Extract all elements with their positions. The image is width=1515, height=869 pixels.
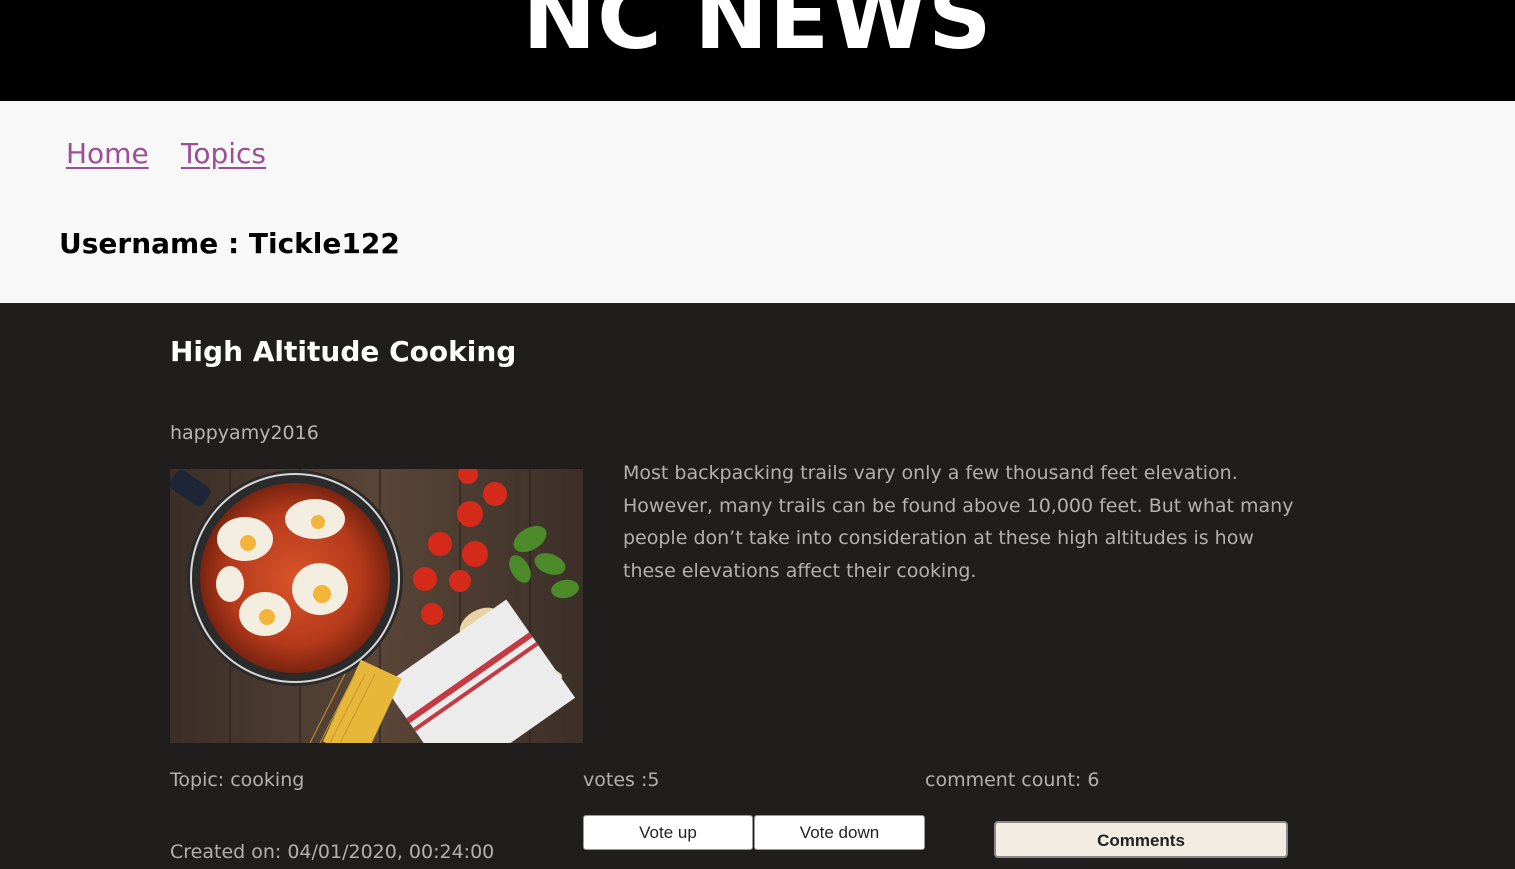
username-label: Username : Tickle122	[59, 227, 400, 260]
nav-home-link[interactable]: Home	[66, 137, 149, 170]
article-comment-count: comment count: 6	[925, 769, 1100, 791]
site-title: NC NEWS	[522, 0, 993, 69]
vote-up-button[interactable]: Vote up	[583, 815, 753, 850]
comments-button[interactable]: Comments	[994, 821, 1288, 858]
top-panel: Home Topics Username : Tickle122	[0, 101, 1515, 303]
article-image	[170, 469, 583, 743]
article-votes: votes :5	[583, 769, 660, 791]
vote-down-button[interactable]: Vote down	[754, 815, 925, 850]
article-topic: Topic: cooking	[170, 769, 305, 791]
article-card: High Altitude Cooking happyamy2016 Most …	[0, 303, 1515, 869]
article-title: High Altitude Cooking	[170, 335, 517, 368]
site-header: NC NEWS	[0, 0, 1515, 101]
nav-topics-link[interactable]: Topics	[181, 137, 266, 170]
article-author: happyamy2016	[170, 422, 319, 444]
cooking-photo-icon	[170, 469, 583, 743]
article-created-date: Created on: 04/01/2020, 00:24:00	[170, 841, 495, 863]
article-body: Most backpacking trails vary only a few …	[623, 462, 1294, 582]
